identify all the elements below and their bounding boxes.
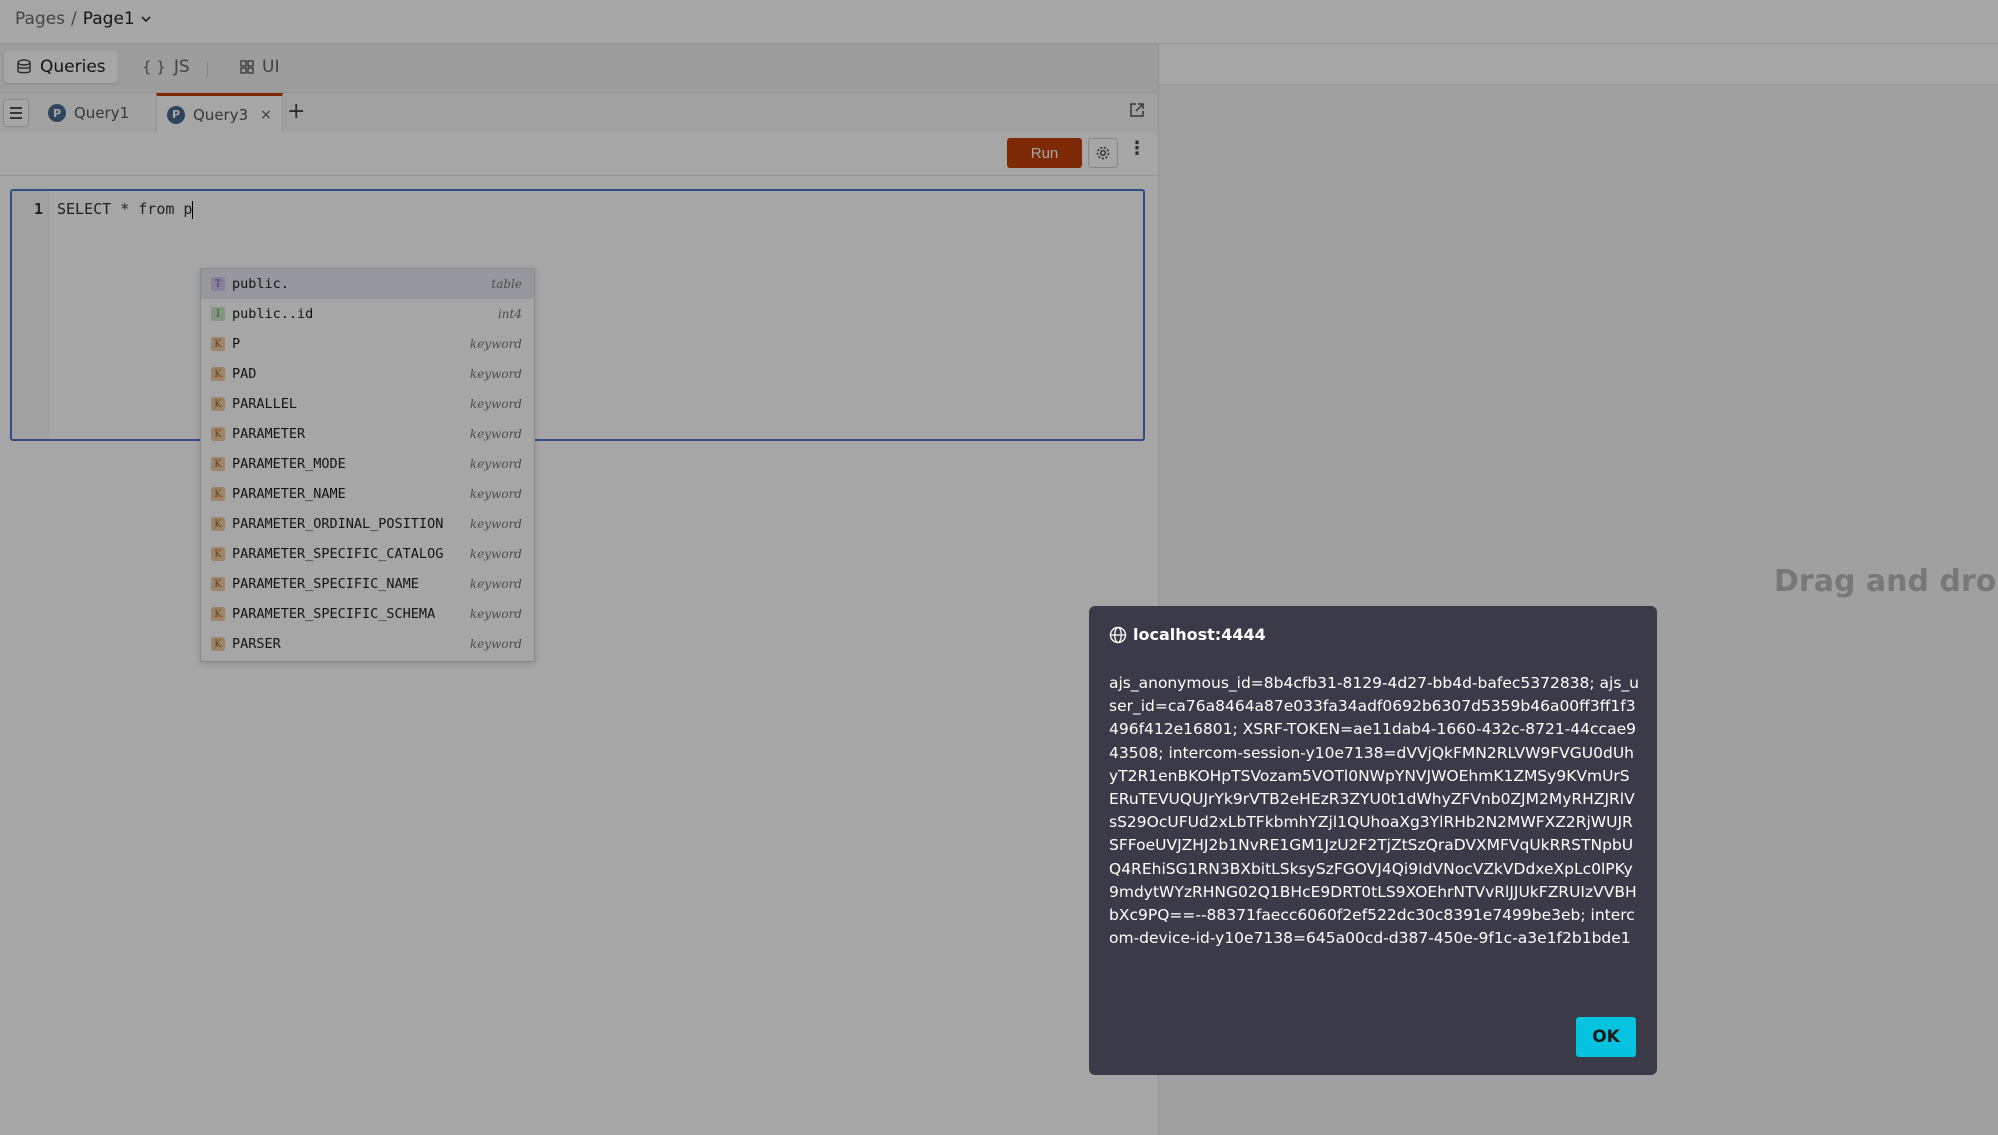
dialog-message: ajs_anonymous_id=8b4cfb31-8129-4d27-bb4d… bbox=[1109, 674, 1640, 948]
dialog-title: localhost:4444 bbox=[1109, 625, 1266, 644]
ok-button[interactable]: OK bbox=[1576, 1017, 1636, 1057]
globe-icon bbox=[1109, 626, 1127, 643]
alert-dialog: localhost:4444 ajs_anonymous_id=8b4cfb31… bbox=[1089, 606, 1657, 1075]
dialog-origin: localhost:4444 bbox=[1133, 625, 1266, 644]
modal-overlay bbox=[0, 0, 1998, 1135]
